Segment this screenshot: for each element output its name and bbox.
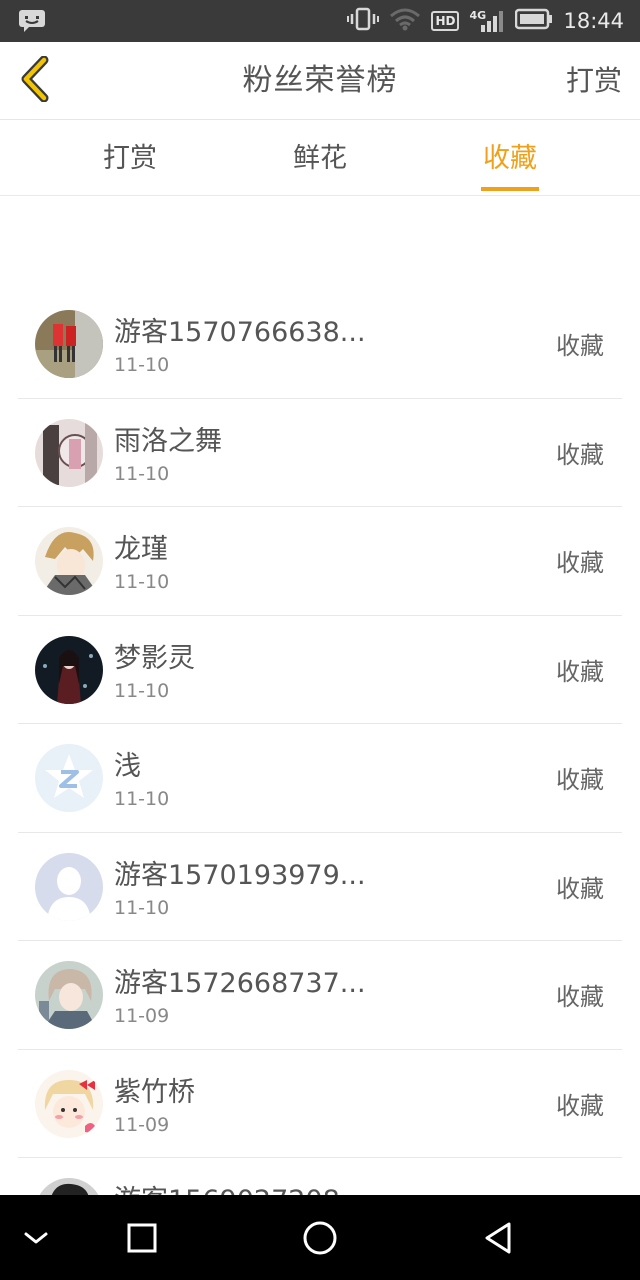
list-item[interactable]: 游客1570766638... 11-10 收藏: [18, 290, 622, 399]
list-item[interactable]: 雨洛之舞 11-10 收藏: [18, 399, 622, 507]
fan-name: 浅: [114, 751, 141, 782]
vibrate-icon: [347, 7, 380, 36]
avatar: [35, 310, 103, 378]
avatar: [35, 852, 103, 921]
favorite-label: 收藏: [556, 983, 604, 1011]
fan-date: 11-10: [114, 354, 170, 376]
list-item[interactable]: 梦影灵 11-10 收藏: [18, 616, 622, 724]
fan-name: 游客1572668737...: [114, 968, 366, 999]
status-time: 18:44: [563, 9, 624, 33]
fan-name: 紫竹桥: [114, 1076, 195, 1108]
list-item[interactable]: 紫竹桥 11-09 收藏: [18, 1050, 622, 1158]
list-item[interactable]: 浅 11-10 收藏: [18, 724, 622, 833]
system-nav-bar: [0, 1195, 640, 1280]
status-bar: HD 4G 18:44: [0, 0, 640, 42]
favorite-label: 收藏: [556, 440, 604, 469]
fan-date: 11-09: [114, 1005, 170, 1027]
fan-name: 梦影灵: [114, 642, 195, 674]
tab-flowers[interactable]: 鲜花: [260, 121, 380, 196]
tab-bar: 打赏 鲜花 收藏: [0, 121, 640, 196]
fan-date: 11-10: [114, 896, 170, 919]
favorite-label: 收藏: [556, 1091, 604, 1120]
favorite-label: 收藏: [556, 549, 604, 577]
collapse-icon[interactable]: [14, 1195, 58, 1280]
fan-date: 11-10: [114, 571, 170, 593]
back-icon[interactable]: [468, 1195, 528, 1280]
list-item[interactable]: 游客1570193979... 11-10 收藏: [18, 833, 622, 941]
tab-favorites[interactable]: 收藏: [450, 121, 570, 196]
favorite-label: 收藏: [556, 332, 604, 360]
fan-name: 游客1570766638...: [114, 317, 366, 348]
avatar: [35, 744, 103, 812]
signal-icon: 4G: [469, 7, 505, 35]
back-button[interactable]: [8, 54, 62, 108]
favorite-label: 收藏: [556, 657, 604, 686]
recents-icon[interactable]: [112, 1195, 172, 1280]
avatar: [35, 961, 103, 1029]
avatar: [35, 527, 103, 595]
fan-date: 11-10: [114, 462, 170, 485]
message-icon: [18, 9, 46, 37]
title-bar: 粉丝荣誉榜 打赏: [0, 42, 640, 120]
tab-reward[interactable]: 打赏: [70, 121, 190, 196]
fan-name: 雨洛之舞: [114, 425, 222, 457]
fan-list: 游客1570766638... 11-10 收藏 雨洛之舞 11-10 收藏 龙…: [18, 290, 622, 1267]
reward-button[interactable]: 打赏: [566, 42, 622, 120]
active-tab-indicator: [481, 187, 539, 191]
home-icon[interactable]: [290, 1195, 350, 1280]
list-item[interactable]: 游客1572668737... 11-09 收藏: [18, 941, 622, 1050]
fan-date: 11-10: [114, 788, 170, 810]
fan-date: 11-10: [114, 679, 170, 702]
fan-date: 11-09: [114, 1113, 170, 1136]
favorite-label: 收藏: [556, 874, 604, 903]
wifi-icon: [389, 7, 421, 36]
avatar: [35, 1069, 103, 1138]
favorite-label: 收藏: [556, 766, 604, 794]
fan-name: 龙瑾: [114, 534, 168, 565]
tab-favorites-label: 收藏: [483, 143, 537, 174]
battery-icon: [515, 8, 553, 35]
avatar: [35, 635, 103, 704]
avatar: [35, 418, 103, 487]
page-title: 粉丝荣誉榜: [242, 63, 398, 98]
fan-name: 游客1570193979...: [114, 859, 366, 891]
chevron-left-icon: [18, 55, 52, 106]
list-item[interactable]: 龙瑾 11-10 收藏: [18, 507, 622, 616]
hd-icon: HD: [431, 11, 460, 31]
